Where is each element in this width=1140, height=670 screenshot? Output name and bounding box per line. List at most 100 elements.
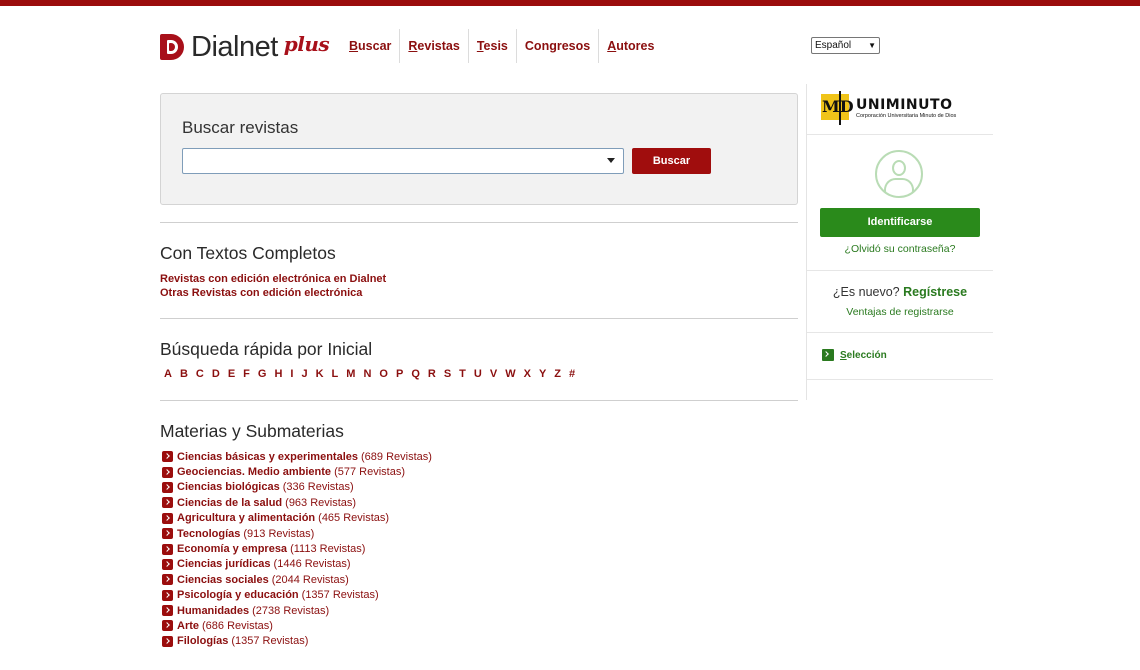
- materia-name[interactable]: Geociencias. Medio ambiente: [177, 466, 331, 478]
- letter-link[interactable]: L: [332, 368, 339, 380]
- materia-item[interactable]: Psicología y educación (1357 Revistas): [162, 588, 432, 603]
- materia-name[interactable]: Tecnologías: [177, 528, 240, 540]
- letter-link[interactable]: G: [258, 368, 267, 380]
- seleccion-link[interactable]: Selección: [822, 349, 887, 361]
- register-advantages-link[interactable]: Ventajas de registrarse: [807, 306, 993, 318]
- materia-count: (465 Revistas): [318, 512, 390, 525]
- main-nav: Buscar Revistas Tesis Congresos Autores: [341, 29, 662, 63]
- login-button[interactable]: Identificarse: [820, 208, 980, 237]
- materia-name[interactable]: Filologías: [177, 635, 228, 647]
- letter-link[interactable]: C: [196, 368, 204, 380]
- letter-link[interactable]: M: [346, 368, 355, 380]
- materia-count: (1446 Revistas): [273, 558, 351, 571]
- materia-count: (689 Revistas): [361, 450, 432, 463]
- letter-link[interactable]: O: [379, 368, 388, 380]
- language-selected: Español: [815, 40, 852, 51]
- materia-name[interactable]: Humanidades: [177, 605, 249, 617]
- language-select[interactable]: Español ▼: [811, 37, 880, 54]
- materia-name[interactable]: Psicología y educación: [177, 589, 299, 601]
- materia-count: (336 Revistas): [282, 481, 354, 494]
- letter-link[interactable]: D: [212, 368, 220, 380]
- arrow-right-icon: [162, 635, 173, 647]
- sidebar-divider: [807, 332, 993, 333]
- materia-count: (686 Revistas): [202, 619, 273, 632]
- uniminuto-logo-icon: MD: [820, 91, 854, 125]
- busqueda-rapida-title: Búsqueda rápida por Inicial: [160, 339, 373, 359]
- dialnet-logo[interactable]: Dialnet plus: [160, 30, 330, 64]
- letter-link[interactable]: E: [228, 368, 235, 380]
- divider: [160, 400, 798, 401]
- materia-item[interactable]: Geociencias. Medio ambiente (577 Revistas…: [162, 464, 432, 479]
- search-panel: Buscar revistas Buscar: [160, 93, 798, 205]
- materia-name[interactable]: Ciencias biológicas: [177, 481, 280, 493]
- divider: [160, 318, 798, 319]
- search-button[interactable]: Buscar: [632, 148, 711, 174]
- letter-link[interactable]: V: [490, 368, 497, 380]
- materia-count: (2044 Revistas): [271, 573, 349, 586]
- letter-link[interactable]: #: [569, 368, 575, 380]
- letter-link[interactable]: X: [524, 368, 531, 380]
- materia-item[interactable]: Tecnologías (913 Revistas): [162, 526, 432, 541]
- arrow-right-icon: [162, 620, 173, 632]
- letter-link[interactable]: F: [243, 368, 250, 380]
- nav-tesis[interactable]: Tesis: [469, 29, 517, 63]
- materia-count: (2738 Revistas): [252, 604, 330, 617]
- arrow-right-icon: [162, 512, 173, 524]
- materias-title: Materias y Submaterias: [160, 421, 344, 441]
- logo-plus: plus: [283, 32, 330, 56]
- forgot-password-link[interactable]: ¿Olvidó su contraseña?: [807, 243, 993, 255]
- letter-link[interactable]: Y: [539, 368, 546, 380]
- letter-link[interactable]: K: [316, 368, 324, 380]
- materia-item[interactable]: Humanidades (2738 Revistas): [162, 603, 432, 618]
- materia-name[interactable]: Economía y empresa: [177, 543, 287, 555]
- letter-link[interactable]: Q: [411, 368, 420, 380]
- materia-item[interactable]: Ciencias de la salud (963 Revistas): [162, 495, 432, 510]
- nav-buscar[interactable]: Buscar: [341, 29, 401, 63]
- arrow-right-icon: [162, 466, 173, 478]
- arrow-right-icon: [162, 558, 173, 570]
- letter-link[interactable]: N: [363, 368, 371, 380]
- materia-item[interactable]: Filologías (1357 Revistas): [162, 634, 432, 649]
- nav-revistas[interactable]: Revistas: [400, 29, 469, 63]
- materia-item[interactable]: Ciencias sociales (2044 Revistas): [162, 572, 432, 587]
- materia-count: (963 Revistas): [285, 496, 357, 509]
- letter-link[interactable]: R: [428, 368, 436, 380]
- materias-list: Ciencias básicas y experimentales (689 Re…: [162, 449, 432, 649]
- divider: [160, 222, 798, 223]
- letter-link[interactable]: B: [180, 368, 188, 380]
- letter-link[interactable]: Z: [554, 368, 561, 380]
- letter-link[interactable]: T: [459, 368, 466, 380]
- search-title: Buscar revistas: [182, 118, 299, 137]
- letter-link[interactable]: A: [164, 368, 172, 380]
- letter-link[interactable]: P: [396, 368, 403, 380]
- seleccion-label: Selección: [840, 349, 887, 361]
- letter-link[interactable]: S: [444, 368, 451, 380]
- link-revistas-dialnet[interactable]: Revistas con edición electrónica en Dial…: [160, 273, 386, 285]
- link-otras-revistas[interactable]: Otras Revistas con edición electrónica: [160, 287, 362, 299]
- dropdown-caret-icon[interactable]: [607, 158, 615, 163]
- materia-name[interactable]: Ciencias básicas y experimentales: [177, 451, 358, 463]
- materia-name[interactable]: Agricultura y alimentación: [177, 512, 315, 524]
- user-avatar-icon: [875, 150, 923, 198]
- materia-item[interactable]: Economía y empresa (1113 Revistas): [162, 541, 432, 556]
- nav-congresos[interactable]: Congresos: [517, 29, 600, 63]
- materia-name[interactable]: Ciencias de la salud: [177, 497, 282, 509]
- letter-link[interactable]: U: [474, 368, 482, 380]
- materia-item[interactable]: Agricultura y alimentación (465 Revistas): [162, 511, 432, 526]
- letter-link[interactable]: W: [505, 368, 515, 380]
- materia-name[interactable]: Ciencias sociales: [177, 574, 269, 586]
- materia-item[interactable]: Arte (686 Revistas): [162, 618, 432, 633]
- register-link[interactable]: Regístrese: [903, 285, 967, 299]
- nav-autores[interactable]: Autores: [599, 29, 662, 63]
- materia-item[interactable]: Ciencias básicas y experimentales (689 Re…: [162, 449, 432, 464]
- letter-link[interactable]: I: [290, 368, 293, 380]
- letter-link[interactable]: J: [301, 368, 307, 380]
- arrow-right-icon: [162, 528, 173, 540]
- materia-name[interactable]: Arte: [177, 620, 199, 632]
- materia-item[interactable]: Ciencias biológicas (336 Revistas): [162, 480, 432, 495]
- letter-link[interactable]: H: [274, 368, 282, 380]
- search-input[interactable]: [182, 148, 624, 174]
- institution-subtitle: Corporación Universitaria Minuto de Dios: [856, 112, 957, 119]
- materia-item[interactable]: Ciencias jurídicas (1446 Revistas): [162, 557, 432, 572]
- materia-name[interactable]: Ciencias jurídicas: [177, 558, 271, 570]
